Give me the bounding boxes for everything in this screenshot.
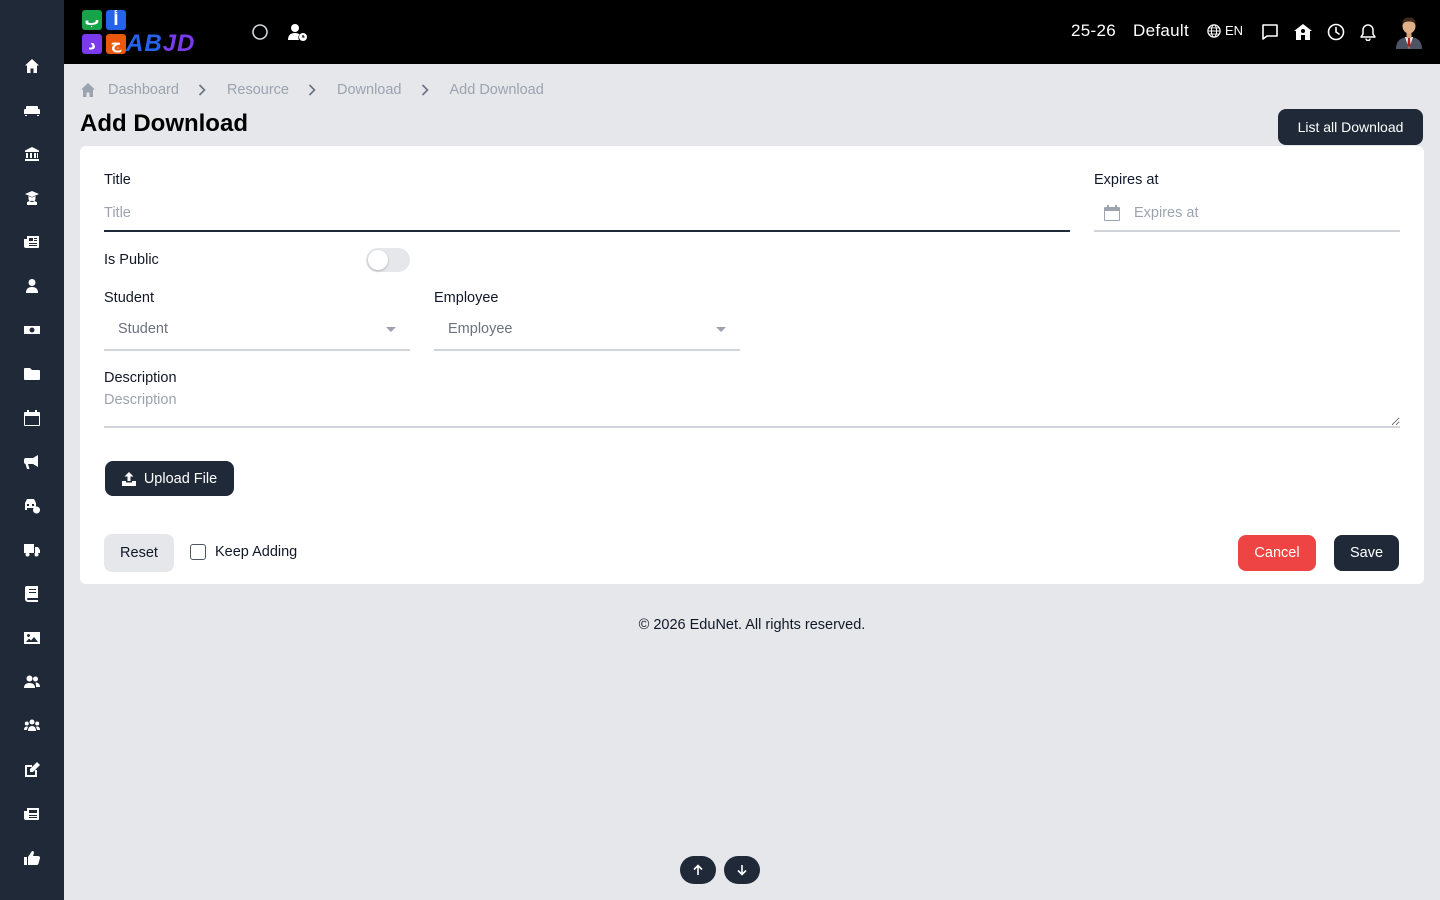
breadcrumb-current: Add Download [449,82,544,98]
employee-label: Employee [434,290,499,306]
student-select[interactable]: Student [104,312,410,348]
home-icon[interactable] [22,56,42,76]
book-icon[interactable] [22,584,42,604]
title-input[interactable] [104,202,1070,224]
reset-button[interactable]: Reset [104,534,174,572]
expires-at-input[interactable] [1134,202,1400,224]
bell-icon[interactable] [1358,22,1378,42]
sidebar [0,0,64,900]
news-icon[interactable] [22,804,42,824]
arrow-up-icon [693,864,703,875]
folder-icon[interactable] [22,364,42,384]
globe-icon [1207,23,1221,38]
employee-select-value: Employee [448,321,513,337]
description-underline [104,426,1400,428]
group-icon[interactable] [22,716,42,736]
logo-tile: أ [106,10,126,30]
scroll-down-button[interactable] [724,856,760,884]
calendar-icon[interactable] [22,408,42,428]
employee-underline [434,349,740,351]
save-button[interactable]: Save [1334,535,1399,571]
title-underline [104,230,1070,232]
add-download-form: Title Expires at Is Public Student Stude… [80,146,1424,584]
breadcrumb-resource[interactable]: Resource [227,82,289,98]
money-icon[interactable] [22,320,42,340]
user-tie-icon[interactable] [22,276,42,296]
home-icon[interactable] [80,82,96,98]
users-icon[interactable] [22,672,42,692]
chevron-right-icon [198,84,208,96]
footer-copyright: © 2026 EduNet. All rights reserved. [638,617,866,633]
breadcrumb: Dashboard Resource Download Add Download [80,80,544,100]
bank-icon[interactable] [22,144,42,164]
expires-at-underline [1094,230,1400,232]
breadcrumb-dashboard[interactable]: Dashboard [108,82,179,98]
vehicle-settings-icon[interactable] [22,496,42,516]
is-public-label: Is Public [104,252,159,268]
checkbox-box[interactable] [190,544,206,560]
student-underline [104,349,410,351]
toggle-knob [368,250,388,270]
megaphone-icon[interactable] [22,452,42,472]
upload-file-button[interactable]: Upload File [105,461,234,496]
upload-file-label: Upload File [143,470,218,487]
description-textarea[interactable] [104,392,1400,426]
logo-text: ABJD [126,30,196,57]
logo-tile: د [82,34,102,54]
newspaper-icon[interactable] [22,232,42,252]
calendar-icon [1104,205,1120,221]
language-selector[interactable]: EN [1207,23,1243,38]
logo-tile: ب [82,10,102,30]
student-select-value: Student [118,321,168,337]
title-label: Title [104,172,131,188]
message-icon[interactable] [1260,22,1280,42]
logo-tile: ج [106,34,126,54]
edit-icon[interactable] [22,760,42,780]
list-all-download-button[interactable]: List all Download [1278,109,1423,145]
topbar: ب أ د ج ABJD 25-26 Default EN [64,0,1440,64]
school-selector[interactable]: Default [1133,21,1189,41]
teacher-icon[interactable] [22,188,42,208]
employee-select[interactable]: Employee [434,312,740,348]
student-label: Student [104,290,154,306]
session-year[interactable]: 25-26 [1071,21,1116,41]
truck-icon[interactable] [22,540,42,560]
scroll-up-button[interactable] [680,856,716,884]
circle-icon[interactable] [248,20,272,44]
school-icon[interactable] [1293,22,1313,42]
thumbs-up-icon[interactable] [22,848,42,868]
keep-adding-label: Keep Adding [215,544,298,560]
user-clock-icon[interactable] [286,20,310,44]
breadcrumb-download[interactable]: Download [337,82,402,98]
clock-icon[interactable] [1326,22,1346,42]
expires-at-label: Expires at [1094,172,1159,188]
cancel-button[interactable]: Cancel [1238,535,1316,571]
chevron-right-icon [421,84,431,96]
avatar[interactable] [1394,15,1424,49]
keep-adding-checkbox[interactable]: Keep Adding [190,544,297,560]
abjd-logo[interactable]: ب أ د ج ABJD [80,8,226,57]
upload-icon [121,471,136,486]
page-title: Add Download [80,110,248,137]
image-icon[interactable] [22,628,42,648]
language-code: EN [1225,23,1244,38]
is-public-toggle[interactable] [366,248,410,272]
caret-down-icon [386,327,396,332]
couch-icon[interactable] [22,100,42,120]
description-label: Description [104,370,177,386]
arrow-down-icon [737,865,747,876]
chevron-right-icon [308,84,318,96]
caret-down-icon [716,327,726,332]
